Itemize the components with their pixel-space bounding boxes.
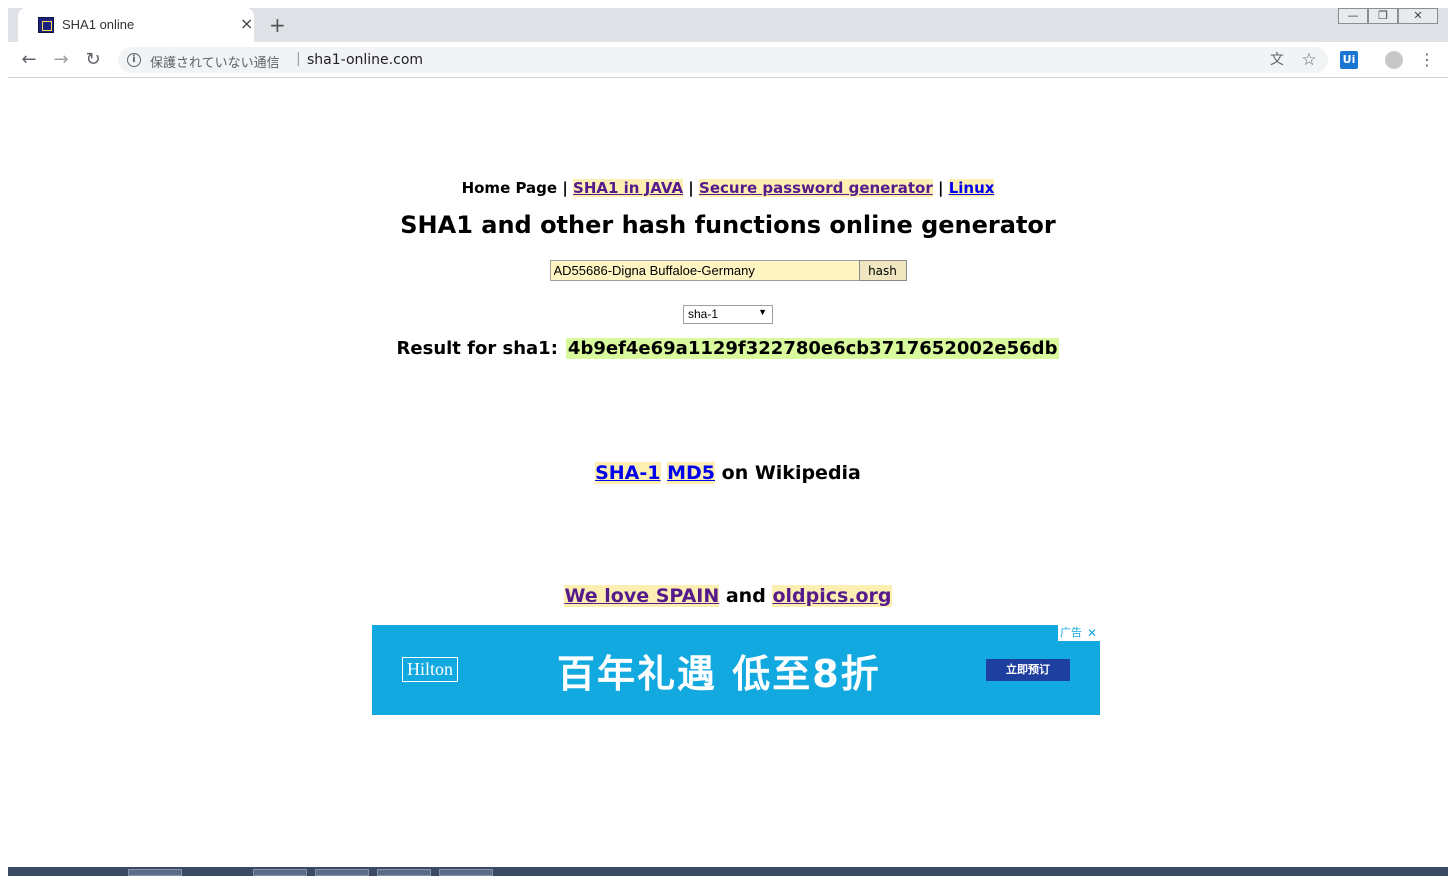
security-status: 保護されていない通信 [150,56,280,71]
md5-wiki-link[interactable]: MD5 [667,462,716,484]
tab-title: SHA1 online [62,17,135,32]
hash-form: hash [8,260,1448,281]
nav-separator: | [557,179,574,197]
hilton-logo: Hilton [402,657,459,682]
book-now-button[interactable]: 立即预订 [986,659,1070,681]
hash-input[interactable] [549,260,862,281]
site-favicon-icon [38,17,54,33]
algorithm-row: sha-1 ▼ [8,303,1448,324]
tab-sha1-online[interactable]: SHA1 online × [18,8,254,42]
menu-dots-icon[interactable]: ⋮ [1418,51,1436,69]
taskbar-item[interactable] [253,869,307,876]
url-separator: | [296,51,301,67]
bookmark-star-icon[interactable]: ☆ [1300,51,1318,69]
taskbar-item[interactable] [377,869,431,876]
oldpics-link[interactable]: oldpics.org [772,585,892,607]
dropdown-caret-icon: ▼ [758,307,767,317]
taskbar-item[interactable] [128,869,182,876]
close-tab-icon[interactable]: × [240,15,253,33]
algorithm-value: sha-1 [688,307,719,321]
profile-avatar-icon[interactable] [1385,51,1403,69]
linux-link[interactable]: Linux [948,179,995,197]
reload-icon[interactable]: ↻ [82,49,104,71]
spain-line: We love SPAIN and oldpics.org [8,585,1448,607]
window-controls: — ❐ ✕ [1338,8,1438,24]
taskbar-item[interactable] [315,869,369,876]
nav-separator: | [932,179,949,197]
os-taskbar [8,867,1448,876]
sha1-wiki-link[interactable]: SHA-1 [595,462,661,484]
uipath-extension-icon[interactable]: Ui [1340,51,1358,69]
site-nav: Home Page | SHA1 in JAVA | Secure passwo… [8,179,1448,197]
close-window-button[interactable]: ✕ [1398,8,1438,24]
forward-arrow-icon[interactable]: → [50,49,72,71]
wikipedia-line: SHA-1 MD5 on Wikipedia [8,462,1448,484]
tab-bar: SHA1 online × + — ❐ ✕ [8,8,1448,42]
hash-button[interactable]: hash [858,260,907,281]
hilton-ad-banner[interactable]: Hilton 百年礼遇 低至8折 立即预订 广告 ✕ [372,625,1100,715]
page-title: SHA1 and other hash functions online gen… [400,211,1056,239]
minimize-button[interactable]: — [1338,8,1368,24]
taskbar-item[interactable] [439,869,493,876]
sha1-java-link[interactable]: SHA1 in JAVA [573,179,684,197]
result-label: Result for sha1: [396,338,558,359]
ad-close-icon[interactable]: ✕ [1084,625,1100,641]
nav-separator: | [683,179,700,197]
algorithm-select[interactable]: sha-1 ▼ [683,305,773,324]
browser-window: SHA1 online × + — ❐ ✕ ← → ↻ i 保護されていない通信… [0,0,1456,876]
translate-icon[interactable]: 文 [1268,51,1286,69]
url-text[interactable]: sha1-online.com [307,52,423,68]
result-hash-value: 4b9ef4e69a1129f322780e6cb3717652002e56db [565,338,1060,359]
page-content: Home Page | SHA1 in JAVA | Secure passwo… [8,79,1448,867]
we-love-spain-link[interactable]: We love SPAIN [564,585,720,607]
address-bar[interactable]: i 保護されていない通信 | sha1-online.com [118,47,1328,73]
ad-headline: 百年礼遇 低至8折 [557,652,881,696]
password-generator-link[interactable]: Secure password generator [699,179,933,197]
restore-button[interactable]: ❐ [1368,8,1398,24]
wikipedia-suffix: on Wikipedia [715,462,861,484]
and-text: and [719,585,773,607]
home-page-label: Home Page [461,179,558,197]
result-line: Result for sha1: 4b9ef4e69a1129f322780e6c… [8,338,1448,359]
back-arrow-icon[interactable]: ← [18,49,40,71]
info-icon[interactable]: i [127,53,141,67]
new-tab-button[interactable]: + [269,13,286,37]
ad-badge[interactable]: 广告 [1058,625,1084,641]
browser-toolbar: ← → ↻ i 保護されていない通信 | sha1-online.com 文 ☆… [8,42,1448,78]
